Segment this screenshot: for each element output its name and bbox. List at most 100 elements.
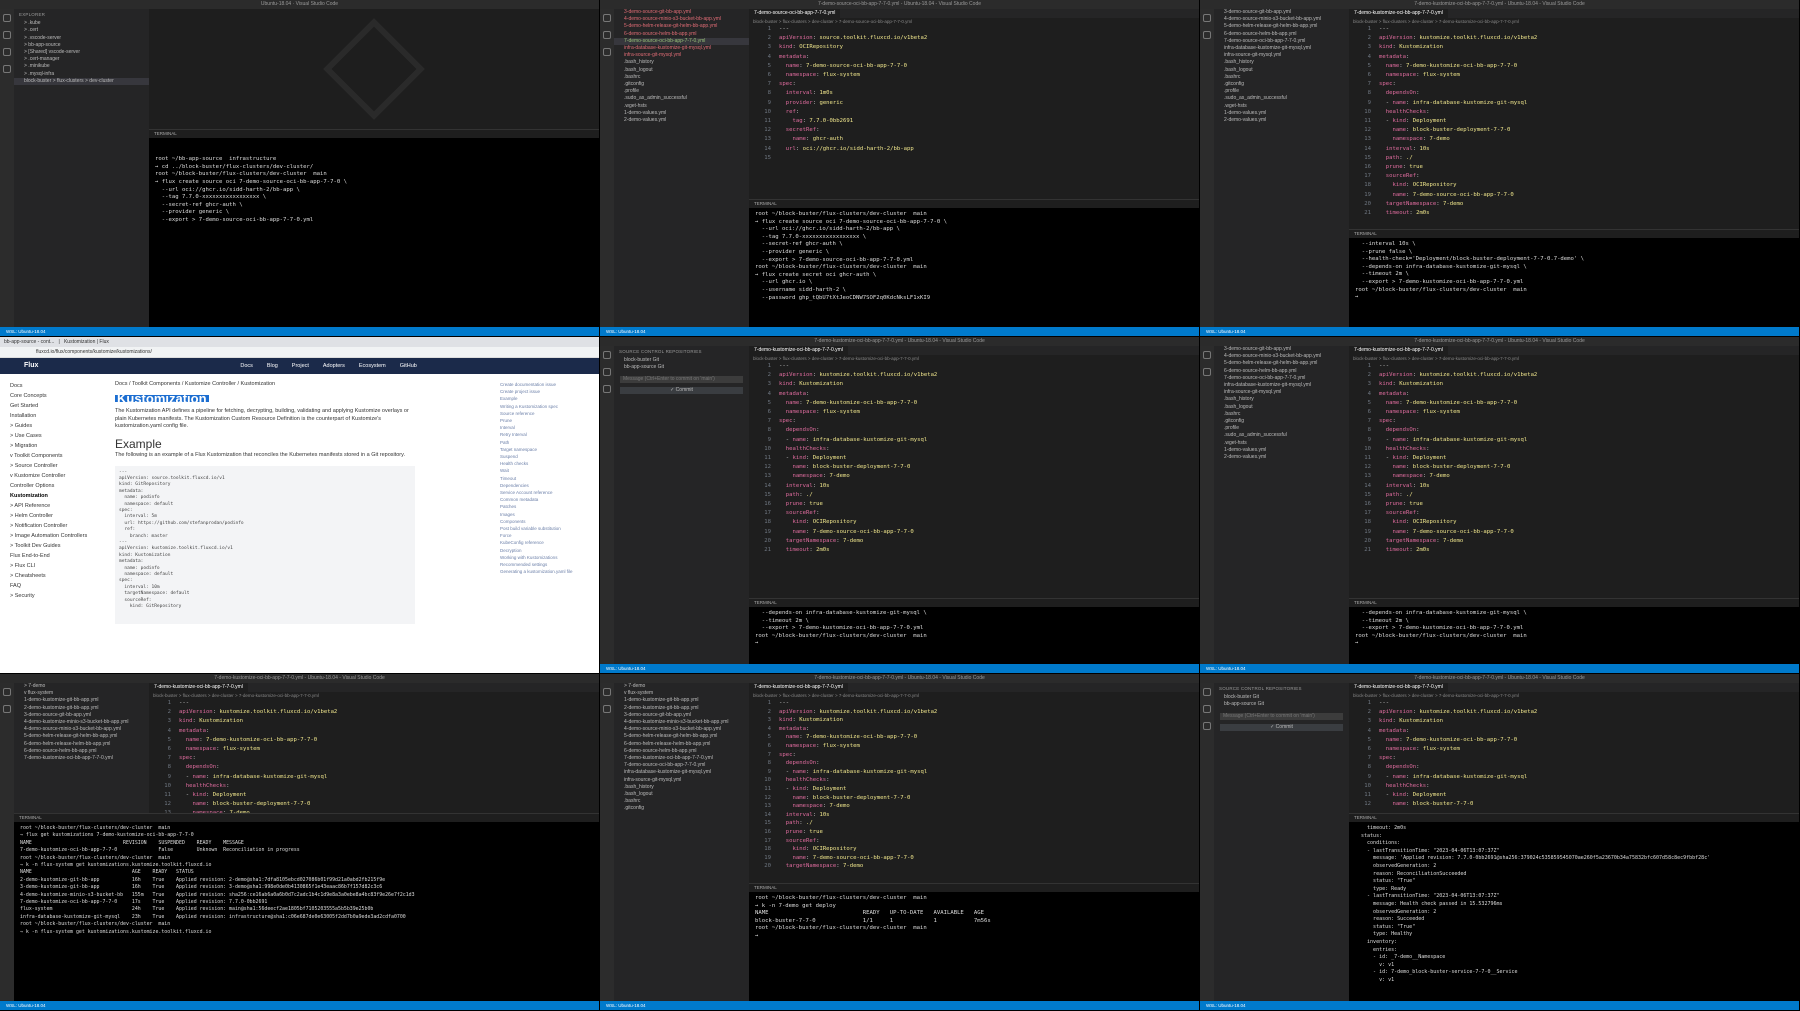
list-item[interactable]: Service Account reference	[500, 489, 590, 496]
list-item[interactable]: > Migration	[10, 441, 105, 451]
code-lines[interactable]: 1 --- 2 apiVersion: kustomize.toolkit.fluxc…	[749, 699, 1199, 871]
code-line[interactable]: 3 kind: OCIRepository	[753, 43, 1199, 52]
code-line[interactable]: 10 healthChecks:	[753, 445, 1199, 454]
list-item[interactable]: .bash_logout	[1214, 404, 1349, 411]
list-item[interactable]: .gitconfig	[614, 805, 749, 812]
list-item[interactable]: Dependencies	[500, 482, 590, 489]
code-line[interactable]: 6 namespace: flux-system	[753, 408, 1199, 417]
activity-bar[interactable]	[600, 683, 614, 1001]
list-item[interactable]: .gitconfig	[1214, 81, 1349, 88]
list-item[interactable]: infra-source-git-mysql.yml	[614, 52, 749, 59]
terminal-output[interactable]: root ~/bb-app-source infrastructure → cd …	[149, 138, 599, 243]
code-line[interactable]: 14 interval: 10s	[1353, 145, 1799, 154]
code-line[interactable]: 8 dependsOn:	[1353, 763, 1799, 772]
search-icon[interactable]	[1203, 368, 1211, 376]
code-editor[interactable]: 7-demo-kustomize-oci-bb-app-7-7-0.yml bl…	[1349, 346, 1799, 566]
code-line[interactable]: 12 secretRef:	[753, 126, 1199, 135]
list-item[interactable]: 1-demo-values.yml	[1214, 110, 1349, 117]
list-item[interactable]: .wget-hsts	[1214, 103, 1349, 110]
code-line[interactable]: 4 metadata:	[753, 390, 1199, 399]
code-line[interactable]: 2 apiVersion: kustomize.toolkit.fluxcd.io…	[1353, 708, 1799, 717]
code-line[interactable]: 8 dependsOn:	[1353, 89, 1799, 98]
list-item[interactable]: Writing a Kustomization spec	[500, 403, 590, 410]
list-item[interactable]: 7-demo-source-oci-bb-app-7-7-0.yml	[614, 37, 749, 46]
list-item[interactable]: > .cert-manager	[14, 56, 149, 63]
files-icon[interactable]	[1203, 351, 1211, 359]
code-line[interactable]: 20 targetNamespace: 7-demo	[753, 537, 1199, 546]
code-line[interactable]: 19 name: 7-demo-source-oci-bb-app-7-7-0	[753, 528, 1199, 537]
repo-item[interactable]: bb-app-source Git	[1214, 701, 1349, 708]
code-line[interactable]: 3 kind: Kustomization	[1353, 717, 1799, 726]
list-item[interactable]: Timeout	[500, 475, 590, 482]
list-item[interactable]: infra-source-git-mysql.yml	[1214, 389, 1349, 396]
list-item[interactable]: 5-demo-helm-release-git-helm-bb-app.yml	[1214, 23, 1349, 30]
list-item[interactable]: Docs	[10, 381, 105, 391]
list-item[interactable]: > Notification Controller	[10, 521, 105, 531]
code-line[interactable]: 17 sourceRef:	[753, 837, 1199, 846]
editor-tab[interactable]: 7-demo-source-oci-bb-app-7-7-0.yml	[749, 9, 841, 18]
list-item[interactable]: Flux End-to-End	[10, 551, 105, 561]
code-line[interactable]: 10 healthChecks:	[753, 776, 1199, 785]
list-item[interactable]: Core Concepts	[10, 391, 105, 401]
source-control-icon[interactable]	[1203, 722, 1211, 730]
list-item[interactable]: Get Started	[10, 401, 105, 411]
files-icon[interactable]	[3, 688, 11, 696]
code-line[interactable]: 13 namespace: 7-demo	[753, 802, 1199, 811]
list-item[interactable]: 2-demo-kustomize-git-bb-app.yml	[614, 705, 749, 712]
code-line[interactable]: 7 spec:	[1353, 754, 1799, 763]
code-line[interactable]: 6 namespace: flux-system	[1353, 745, 1799, 754]
list-item[interactable]: > Security	[10, 591, 105, 601]
nav-adopters[interactable]: Adopters	[323, 363, 345, 369]
code-line[interactable]: 4 metadata:	[753, 725, 1199, 734]
code-line[interactable]: 7 spec:	[753, 751, 1199, 760]
activity-bar[interactable]	[600, 346, 614, 664]
code-line[interactable]: 11 - kind: Deployment	[1353, 791, 1799, 800]
terminal-panel[interactable]: TERMINAL --depends-on infra-database-kus…	[1349, 598, 1799, 664]
list-item[interactable]: Generating a kustomization.yaml file	[500, 568, 590, 575]
code-line[interactable]: 18 kind: OCIRepository	[1353, 518, 1799, 527]
nav-ecosystem[interactable]: Ecosystem	[359, 363, 386, 369]
list-item[interactable]: Target namespace	[500, 446, 590, 453]
code-line[interactable]: 2 apiVersion: kustomize.toolkit.fluxcd.io…	[1353, 371, 1799, 380]
code-line[interactable]: 11 - kind: Deployment	[153, 791, 599, 800]
commit-button[interactable]: ✓ Commit	[1220, 723, 1343, 732]
list-item[interactable]: Wait	[500, 467, 590, 474]
list-item[interactable]: .sudo_as_admin_successful	[1214, 432, 1349, 439]
code-line[interactable]: 10 healthChecks:	[1353, 445, 1799, 454]
list-item[interactable]: v flux-system	[14, 690, 149, 697]
terminal-output[interactable]: timeout: 2m0s status: conditions: - last…	[1349, 822, 1799, 987]
code-line[interactable]: 3 kind: Kustomization	[753, 716, 1199, 725]
code-line[interactable]: 17 sourceRef:	[1353, 172, 1799, 181]
nav-github[interactable]: GitHub	[400, 363, 417, 369]
nav-docs[interactable]: Docs	[240, 363, 253, 369]
code-line[interactable]: 8 dependsOn:	[753, 426, 1199, 435]
list-item[interactable]: 4-demo-source-minio-s3-bucket-bb-app.yml	[1214, 353, 1349, 360]
list-item[interactable]: 1-demo-kustomize-git-bb-app.yml	[614, 697, 749, 704]
list-item[interactable]: .gitconfig	[614, 81, 749, 88]
list-item[interactable]: > Source Controller	[10, 461, 105, 471]
list-item[interactable]: 6-demo-source-helm-bb-app.yml	[614, 748, 749, 755]
list-item[interactable]: 5-demo-helm-release-git-helm-bb-app.yml	[614, 733, 749, 740]
list-item[interactable]: 1-demo-values.yml	[614, 110, 749, 117]
code-line[interactable]: 12 name: block-buster-7-7-0	[1353, 800, 1799, 809]
files-icon[interactable]	[3, 14, 11, 22]
code-line[interactable]: 15	[753, 154, 1199, 163]
browser-tab-active[interactable]: Kustomization | Flux	[64, 339, 109, 345]
code-line[interactable]: 9 - name: infra-database-kustomize-git-m…	[1353, 773, 1799, 782]
code-line[interactable]: 8 dependsOn:	[1353, 426, 1799, 435]
list-item[interactable]: 5-demo-helm-release-git-helm-bb-app.yml	[14, 733, 149, 740]
list-item[interactable]: 4-demo-source-minio-s3-bucket-bb-app.yml	[614, 16, 749, 23]
code-line[interactable]: 9 - name: infra-database-kustomize-git-m…	[753, 436, 1199, 445]
code-line[interactable]: 4 metadata:	[153, 727, 599, 736]
code-line[interactable]: 20 targetNamespace: 7-demo	[1353, 200, 1799, 209]
terminal-panel[interactable]: TERMINAL --interval 10s \ --prune false …	[1349, 229, 1799, 327]
list-item[interactable]: Interval	[500, 424, 590, 431]
code-line[interactable]: 19 name: 7-demo-source-oci-bb-app-7-7-0	[1353, 528, 1799, 537]
extensions-icon[interactable]	[3, 65, 11, 73]
code-editor[interactable]: 7-demo-kustomize-oci-bb-app-7-7-0.yml bl…	[749, 683, 1199, 883]
code-line[interactable]: 2 apiVersion: source.toolkit.fluxcd.io/v1…	[753, 34, 1199, 43]
repo-item[interactable]: bb-app-source Git	[614, 364, 749, 371]
code-line[interactable]: 7 spec:	[1353, 417, 1799, 426]
code-line[interactable]: 20 targetNamespace: 7-demo	[753, 862, 1199, 871]
list-item[interactable]: v Kustomize Controller	[10, 471, 105, 481]
